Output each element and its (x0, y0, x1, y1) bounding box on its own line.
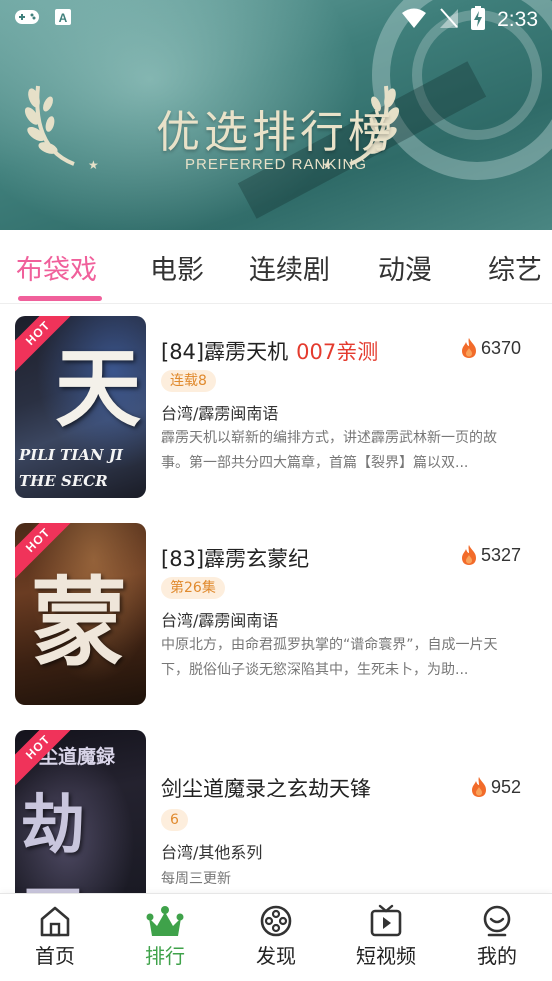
nav-discover[interactable]: 发现 (221, 904, 331, 969)
video-icon (370, 904, 402, 937)
banner-title: 优选排行榜 (156, 107, 396, 158)
nav-home[interactable]: 首页 (0, 904, 110, 969)
banner-subtitle: PREFERRED RANKING (184, 156, 368, 173)
tab-series[interactable]: 连续剧 (249, 248, 330, 287)
poster-image[interactable]: 天 PILI TIAN JI THE SECR HOT (15, 316, 146, 498)
nav-short-video[interactable]: 短视频 (331, 904, 441, 969)
svg-text:A: A (59, 11, 68, 25)
status-bar: A 2:33 (0, 0, 552, 40)
tab-budaixi[interactable]: 布袋戏 (16, 248, 97, 287)
tab-anime[interactable]: 动漫 (378, 248, 432, 287)
category-tabs: 布袋戏 电影 连续剧 动漫 综艺 (0, 230, 552, 304)
region-label: 台湾/霹雳闽南语 (161, 611, 279, 630)
item-title[interactable]: 剑尘道魔录之玄劫天锋 (161, 773, 379, 803)
item-description: 霹雳天机以崭新的编排方式，讲述霹雳武林新一页的故事。第一部共分四大篇章，首篇【裂… (161, 430, 497, 471)
episode-badge: 6 (161, 809, 188, 831)
episode-badge: 第26集 (161, 577, 225, 599)
star-icon: ★ (322, 158, 333, 172)
battery-charging-icon (471, 6, 486, 34)
flame-icon (461, 338, 476, 358)
ranking-banner: A 2:33 优选排行榜 ★ PREFERRED RANKING ★ (0, 0, 552, 230)
tab-indicator (18, 296, 102, 301)
film-reel-icon (260, 905, 292, 937)
nav-ranking[interactable]: 排行 (110, 904, 220, 969)
signal-off-icon (439, 7, 459, 33)
crown-icon (146, 906, 184, 936)
wifi-icon (401, 7, 427, 33)
poster-image[interactable]: 尘道魔録 劫天 HOT (15, 730, 146, 893)
flame-icon (461, 545, 476, 565)
status-time: 2:33 (497, 8, 538, 31)
home-icon (40, 906, 70, 937)
item-description: 每周三更新 (161, 871, 231, 887)
region-label: 台湾/霹雳闽南语 (161, 404, 279, 423)
tested-label: 007亲测 (296, 340, 379, 364)
poster-image[interactable]: 蒙 HOT (15, 523, 146, 705)
gamepad-icon (14, 8, 40, 30)
heat-count: 6370 (459, 337, 521, 359)
item-description: 中原北方，由命君孤罗执掌的“谱命寰界”，自成一片天下，脱俗仙子谈无慾深陷其中，生… (161, 637, 498, 678)
profile-icon (483, 905, 511, 937)
tab-movie[interactable]: 电影 (150, 248, 204, 287)
flame-icon (471, 777, 486, 797)
episode-badge: 连载8 (161, 370, 216, 392)
bottom-nav: 首页 排行 发现 短视频 我的 (0, 893, 552, 981)
heat-count: 5327 (459, 544, 521, 566)
heat-count: 952 (469, 776, 521, 798)
nav-profile[interactable]: 我的 (442, 904, 552, 969)
tab-variety[interactable]: 综艺 (488, 248, 542, 287)
item-title[interactable]: [83]霹雳玄蒙纪 (161, 543, 317, 573)
item-title[interactable]: [84]霹雳天机 007亲测 (161, 336, 378, 366)
a-icon: A (54, 8, 72, 30)
region-label: 台湾/其他系列 (161, 843, 263, 862)
